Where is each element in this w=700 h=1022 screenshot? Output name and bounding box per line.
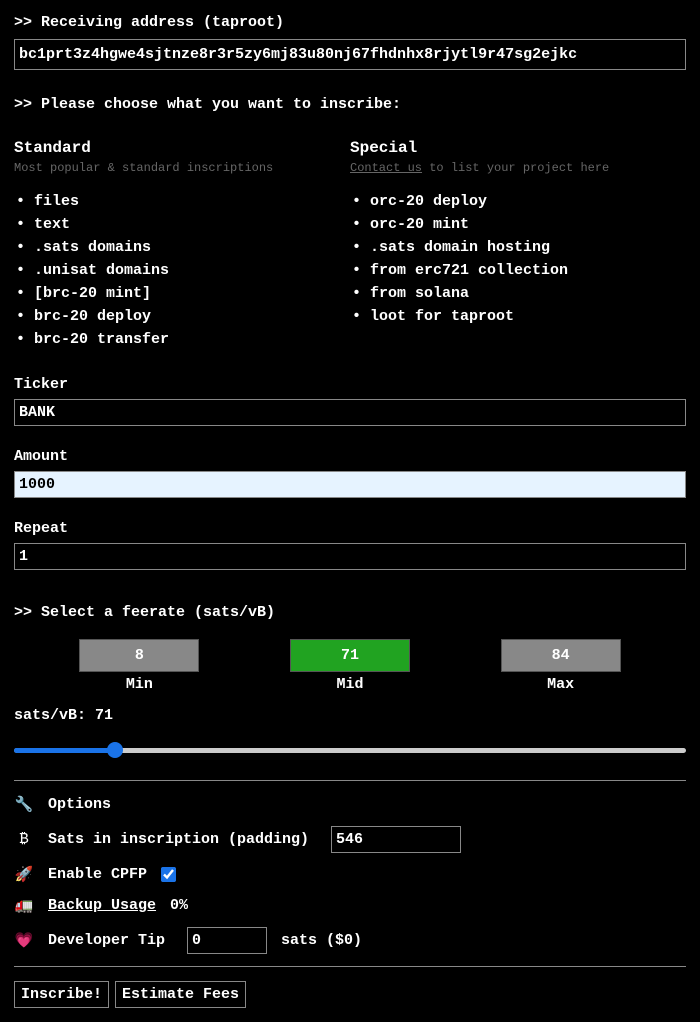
fee-max-label: Max: [501, 676, 621, 693]
fee-max-button[interactable]: 84: [501, 639, 621, 672]
repeat-label: Repeat: [14, 520, 686, 537]
list-item[interactable]: orc-20 deploy: [370, 193, 686, 210]
options-label: Options: [48, 796, 111, 813]
padding-input[interactable]: [331, 826, 461, 853]
ticker-label: Ticker: [14, 376, 686, 393]
list-item[interactable]: .sats domain hosting: [370, 239, 686, 256]
list-item[interactable]: brc-20 deploy: [34, 308, 350, 325]
fee-mid-label: Mid: [290, 676, 410, 693]
backup-usage-link[interactable]: Backup Usage: [48, 897, 156, 914]
fee-min-button[interactable]: 8: [79, 639, 199, 672]
divider: [14, 780, 686, 781]
special-subtitle: Contact us to list your project here: [350, 161, 686, 175]
list-item[interactable]: from erc721 collection: [370, 262, 686, 279]
estimate-fees-button[interactable]: Estimate Fees: [115, 981, 246, 1008]
contact-us-link[interactable]: Contact us: [350, 161, 422, 175]
list-item[interactable]: orc-20 mint: [370, 216, 686, 233]
list-item[interactable]: [brc-20 mint]: [34, 285, 350, 302]
heart-icon: 💗: [14, 931, 34, 950]
list-item[interactable]: brc-20 transfer: [34, 331, 350, 348]
list-item[interactable]: .sats domains: [34, 239, 350, 256]
truck-icon: 🚛: [14, 896, 34, 915]
special-header: Special: [350, 139, 686, 157]
list-item[interactable]: text: [34, 216, 350, 233]
standard-header: Standard: [14, 139, 350, 157]
amount-input[interactable]: [14, 471, 686, 498]
inscribe-prompt: >> Please choose what you want to inscri…: [14, 96, 686, 113]
tip-input[interactable]: [187, 927, 267, 954]
amount-label: Amount: [14, 448, 686, 465]
inscribe-button[interactable]: Inscribe!: [14, 981, 109, 1008]
satsvb-display: sats/vB: 71: [14, 707, 686, 724]
receiving-address-value[interactable]: bc1prt3z4hgwe4sjtnze8r3r5zy6mj83u80nj67f…: [14, 39, 686, 70]
feerate-slider[interactable]: [14, 740, 686, 760]
standard-subtitle: Most popular & standard inscriptions: [14, 161, 350, 175]
tip-suffix: sats ($0): [281, 932, 362, 949]
receiving-address-prompt: >> Receiving address (taproot): [14, 14, 686, 31]
cpfp-label: Enable CPFP: [48, 866, 147, 883]
tip-label: Developer Tip: [48, 932, 165, 949]
standard-list: files text .sats domains .unisat domains…: [14, 193, 350, 348]
bitcoin-icon: ₿: [14, 831, 34, 848]
repeat-input[interactable]: [14, 543, 686, 570]
rocket-icon: 🚀: [14, 865, 34, 884]
special-list: orc-20 deploy orc-20 mint .sats domain h…: [350, 193, 686, 325]
wrench-icon: 🔧: [14, 795, 34, 814]
fee-mid-button[interactable]: 71: [290, 639, 410, 672]
divider: [14, 966, 686, 967]
cpfp-checkbox[interactable]: [161, 867, 176, 882]
feerate-prompt: >> Select a feerate (sats/vB): [14, 604, 686, 621]
padding-label: Sats in inscription (padding): [48, 831, 309, 848]
list-item[interactable]: .unisat domains: [34, 262, 350, 279]
list-item[interactable]: files: [34, 193, 350, 210]
list-item[interactable]: loot for taproot: [370, 308, 686, 325]
fee-min-label: Min: [79, 676, 199, 693]
backup-usage-pct: 0%: [170, 897, 188, 914]
list-item[interactable]: from solana: [370, 285, 686, 302]
ticker-input[interactable]: [14, 399, 686, 426]
